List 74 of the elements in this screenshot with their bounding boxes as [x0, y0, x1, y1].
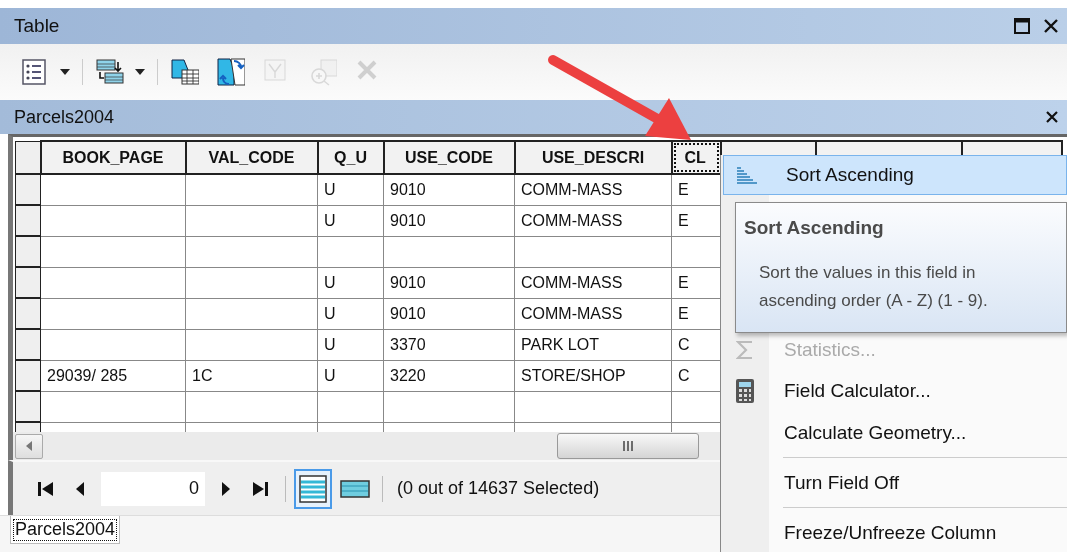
menu-item[interactable]: Calculate Geometry...: [721, 412, 1067, 454]
table-cell: COMM-MASS: [514, 174, 672, 205]
table-cell: PARK LOT: [514, 329, 672, 360]
menu-item[interactable]: Sort Ascending: [723, 155, 1067, 195]
switch-selection-icon: [217, 58, 245, 86]
column-header[interactable]: CL: [671, 141, 721, 174]
table-cell: 9010: [383, 298, 515, 329]
table-cell: 1C: [185, 360, 318, 391]
column-header[interactable]: Q_U: [317, 141, 384, 174]
first-record-icon[interactable]: [37, 480, 55, 497]
window-title: Table: [14, 15, 61, 37]
previous-record-icon[interactable]: [75, 480, 85, 497]
row-selector[interactable]: [15, 267, 41, 298]
column-header[interactable]: VAL_CODE: [185, 141, 318, 174]
table-cell: STORE/SHOP: [514, 360, 672, 391]
table-cell: U: [317, 360, 384, 391]
row-selector[interactable]: [15, 205, 41, 236]
switch-selection-button[interactable]: [216, 57, 246, 87]
sigma-icon: [736, 339, 754, 361]
select-table-icon: [171, 58, 199, 86]
selection-status: (0 out of 14637 Selected): [397, 478, 600, 499]
selected-records-icon: [340, 478, 370, 499]
record-field[interactable]: 0: [101, 471, 205, 506]
table-tab[interactable]: Parcels2004: [10, 516, 121, 544]
column-header[interactable]: USE_CODE: [383, 141, 515, 174]
table-cell: 3220: [383, 360, 515, 391]
table-cell: 9010: [383, 205, 515, 236]
zoom-icon: [309, 58, 337, 86]
show-all-records-button[interactable]: [294, 468, 332, 509]
table-cell: COMM-MASS: [514, 205, 672, 236]
left-arrow-icon: [25, 440, 33, 452]
table-cell: U: [317, 267, 384, 298]
column-header[interactable]: USE_DESCRI: [514, 141, 672, 174]
table-cell: 9010: [383, 267, 515, 298]
table-name: Parcels2004: [14, 106, 116, 128]
close-icon[interactable]: [1045, 110, 1059, 124]
row-selector[interactable]: [15, 360, 41, 391]
table-cell: U: [317, 205, 384, 236]
maximize-icon[interactable]: [1013, 17, 1031, 35]
menu-item[interactable]: Freeze/Unfreeze Column: [721, 512, 1067, 552]
sort-ascending-icon: [736, 166, 758, 184]
table-cell: U: [317, 298, 384, 329]
caret-icon[interactable]: [60, 69, 70, 75]
menu-item[interactable]: Turn Field Off: [721, 462, 1067, 504]
row-selector[interactable]: [15, 391, 41, 422]
table-cell: COMM-MASS: [514, 298, 672, 329]
caret-icon[interactable]: [135, 69, 145, 75]
last-record-icon[interactable]: [251, 480, 269, 497]
grip-icon: [622, 441, 634, 451]
next-record-icon[interactable]: [221, 480, 231, 497]
column-header[interactable]: BOOK_PAGE: [40, 141, 186, 174]
row-selector-header[interactable]: [15, 141, 41, 174]
scroll-left-button[interactable]: [15, 433, 43, 459]
all-records-icon: [298, 473, 328, 504]
table-cell: COMM-MASS: [514, 267, 672, 298]
list-icon: [21, 58, 49, 86]
row-selector[interactable]: [15, 329, 41, 360]
table-cell: 29039/ 285: [40, 360, 186, 391]
tooltip-text: Sort the values in this field in ascending order (A - Z) (1 - 9).: [759, 262, 989, 312]
calculator-icon: [735, 378, 755, 404]
row-selector[interactable]: [15, 236, 41, 267]
row-selector[interactable]: [15, 298, 41, 329]
scrollbar-thumb[interactable]: [557, 433, 699, 459]
tooltip-title: Sort Ascending: [744, 217, 885, 239]
related-tables-icon: [96, 58, 124, 86]
row-selector[interactable]: [15, 174, 41, 205]
table-cell: 3370: [383, 329, 515, 360]
close-icon[interactable]: [1043, 18, 1059, 34]
table-cell: U: [317, 174, 384, 205]
related-tables-button[interactable]: [95, 57, 125, 87]
table-cell: U: [317, 329, 384, 360]
menu-item[interactable]: Field Calculator...: [721, 370, 1067, 412]
select-table-button[interactable]: [170, 57, 200, 87]
table-cell: 9010: [383, 174, 515, 205]
